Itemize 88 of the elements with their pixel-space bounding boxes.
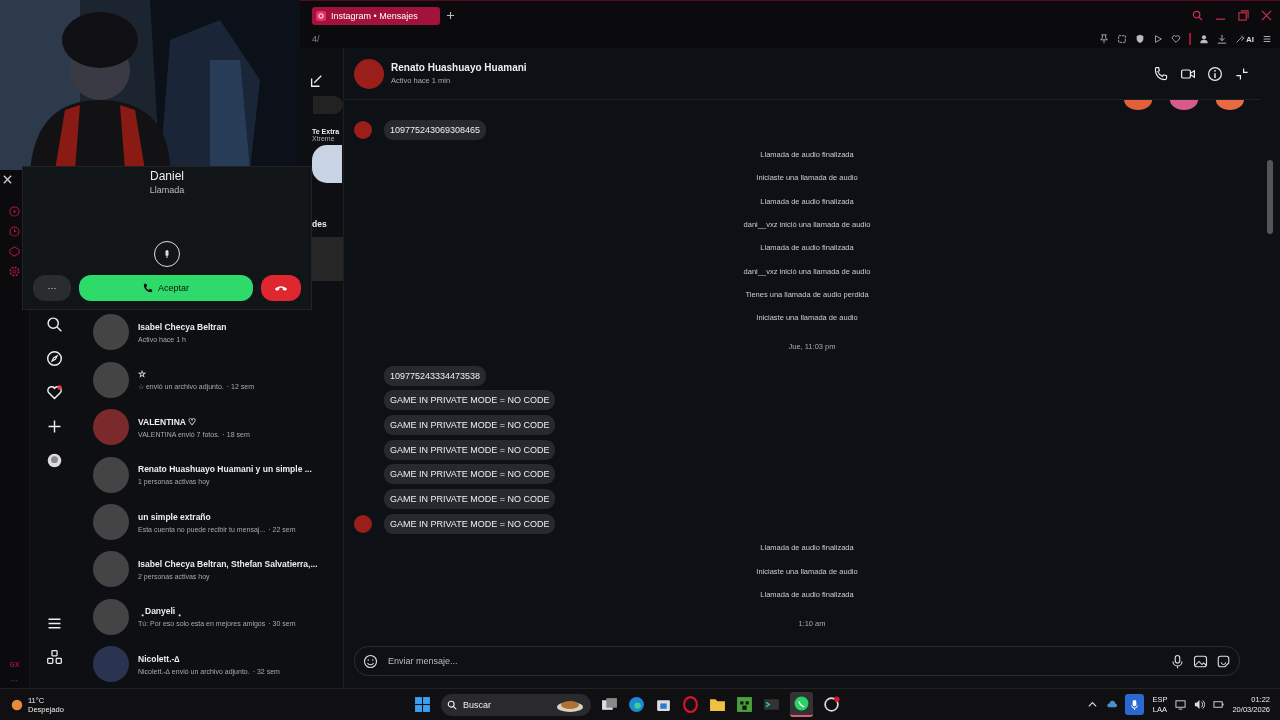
avatar	[93, 409, 129, 446]
new-tab-icon[interactable]	[445, 11, 455, 20]
message-field[interactable]: Enviar mensaje...	[386, 655, 1162, 667]
weather-icon[interactable]	[10, 697, 24, 712]
message-bubble: 109775243334473538	[384, 365, 487, 386]
accept-button[interactable]: Aceptar	[79, 275, 253, 301]
search-icon[interactable]	[45, 316, 63, 333]
conversation-name: Isabel Checya Beltran, Sthefan Salvatierra,...	[138, 558, 318, 569]
message-bubble: GAME IN PRIVATE MODE = NO CODE	[384, 513, 556, 534]
more-button[interactable]: ···	[33, 275, 71, 301]
play-icon[interactable]	[1153, 34, 1163, 44]
message-bubble: GAME IN PRIVATE MODE = NO CODE	[384, 390, 556, 411]
requests-link[interactable]: des	[312, 219, 343, 229]
conversation-name: VALENTINA ♡	[138, 416, 198, 427]
apps-icon[interactable]	[45, 649, 63, 666]
cloud-icon[interactable]	[1106, 699, 1118, 710]
compose-icon[interactable]	[309, 74, 323, 88]
start-icon[interactable]	[414, 696, 431, 713]
conversation-name: un simple extraño	[138, 511, 212, 522]
message-bubble: 109775243069308465	[384, 120, 487, 141]
snapshot-icon[interactable]	[1117, 34, 1127, 44]
avatar	[93, 598, 129, 635]
compass-icon[interactable]	[45, 350, 63, 367]
conversation-name: Nicolett.-∆	[138, 653, 181, 664]
restore-icon[interactable]	[1238, 10, 1249, 21]
reaction-avatars-icon	[1124, 100, 1244, 110]
download-icon[interactable]	[1217, 34, 1227, 44]
clock-icon[interactable]	[9, 226, 20, 237]
cube-icon[interactable]	[9, 246, 20, 257]
avatar	[93, 456, 129, 493]
microphone-icon[interactable]	[1170, 653, 1185, 669]
story-thumbnail	[312, 145, 342, 183]
opera-icon[interactable]	[682, 696, 699, 713]
microphone-button[interactable]	[1125, 694, 1145, 715]
avatar-icon[interactable]	[45, 452, 63, 469]
terminal-icon[interactable]	[763, 696, 780, 713]
avatar	[93, 361, 129, 398]
address-text[interactable]: 4/	[312, 34, 1099, 44]
conversation-name: ⢀Danyeli⢀	[138, 606, 184, 617]
message-bubble: GAME IN PRIVATE MODE = NO CODE	[384, 464, 556, 485]
volume-icon[interactable]	[1194, 699, 1206, 710]
message-bubble: GAME IN PRIVATE MODE = NO CODE	[384, 415, 556, 436]
avatar	[93, 646, 129, 683]
image-icon[interactable]	[1193, 653, 1208, 669]
browser-icon[interactable]	[823, 696, 840, 713]
info-icon[interactable]	[1207, 65, 1223, 82]
search-icon	[447, 699, 457, 710]
contact-name[interactable]: Renato Huashuayo Huamani	[391, 62, 1146, 73]
hang-up-button[interactable]	[261, 275, 301, 301]
message-composer[interactable]: Enviar mensaje...	[354, 646, 1240, 676]
collapse-icon[interactable]	[1234, 65, 1250, 82]
emoji-icon[interactable]	[363, 653, 378, 669]
chevron-up-icon[interactable]	[1087, 699, 1099, 710]
call-status: Llamada	[149, 185, 185, 195]
close-icon[interactable]	[1261, 10, 1272, 21]
x-logo-icon[interactable]	[2, 174, 13, 185]
settings-icon[interactable]	[9, 266, 20, 277]
chat-app-icon[interactable]	[790, 692, 813, 717]
conversation-name: Renato Huashuayo Huamani y un simple ...	[138, 464, 312, 475]
battery-icon[interactable]	[1213, 699, 1225, 710]
microphone-icon	[1129, 699, 1141, 710]
network-icon[interactable]	[1175, 699, 1187, 710]
heart-icon[interactable]	[45, 384, 63, 401]
pin-icon[interactable]	[1099, 34, 1109, 44]
ai-button[interactable]: AI	[1235, 34, 1254, 44]
camera-icon	[316, 10, 326, 21]
phone-icon	[274, 284, 288, 292]
avatar	[93, 551, 129, 588]
avatar	[93, 504, 129, 541]
menu-icon[interactable]	[1262, 34, 1272, 44]
shield-icon[interactable]	[1135, 34, 1145, 44]
task-view-icon[interactable]	[601, 696, 618, 713]
phone-icon	[143, 283, 153, 293]
edge-icon[interactable]	[628, 696, 645, 713]
taskbar-search[interactable]: Buscar	[441, 693, 591, 716]
folder-icon[interactable]	[709, 696, 726, 713]
sticker-icon[interactable]	[1216, 653, 1231, 669]
message-bubble: GAME IN PRIVATE MODE = NO CODE	[384, 489, 556, 510]
game-icon[interactable]	[736, 696, 753, 713]
conversation-name: ☆	[138, 368, 147, 379]
profile-icon[interactable]	[1199, 34, 1209, 44]
sparkle-icon	[1235, 34, 1245, 44]
browser-tab[interactable]: Instagram • Mensajes	[312, 6, 440, 25]
conversation-name: Isabel Checya Beltran	[138, 321, 227, 332]
message-bubble: GAME IN PRIVATE MODE = NO CODE	[384, 439, 556, 460]
avatar	[93, 314, 129, 351]
caller-name: Daniel	[150, 169, 184, 183]
phone-icon[interactable]	[1153, 65, 1169, 82]
